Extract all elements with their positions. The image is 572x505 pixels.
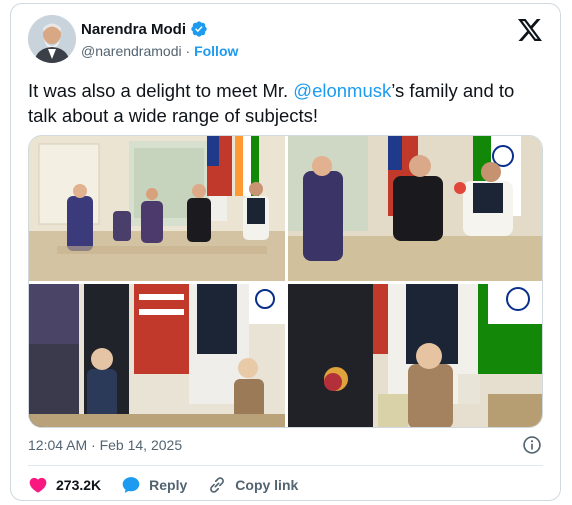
timestamp[interactable]: 12:04 AM · Feb 14, 2025 [28,437,182,453]
like-button[interactable]: 273.2K [28,475,101,495]
like-count: 273.2K [56,477,102,493]
author-handle[interactable]: @narendramodi [81,43,182,59]
reply-button[interactable]: Reply [121,475,187,495]
link-icon [210,477,225,493]
heart-icon [29,477,47,493]
x-logo-icon[interactable] [518,19,542,41]
verified-badge-icon [191,21,207,37]
photo-3[interactable] [29,284,285,427]
reply-label: Reply [149,477,188,493]
copy-link-button[interactable]: Copy link [207,475,298,495]
divider [28,465,543,466]
tweet-card: Narendra Modi @narendramodi · Follow It … [10,3,561,501]
tweet-text: It was also a delight to meet Mr. @elonm… [28,78,548,128]
reply-icon [122,477,140,493]
follow-button[interactable]: Follow [194,43,238,59]
photo-4[interactable] [288,284,542,427]
mention-link[interactable]: @elonmusk [293,80,391,101]
info-icon[interactable] [522,435,542,455]
photo-1[interactable] [29,136,285,281]
handle-separator: · [185,43,191,59]
tweet-text-start: It was also a delight to meet Mr. [28,80,294,101]
photo-2[interactable] [288,136,542,281]
author-name[interactable]: Narendra Modi [81,21,186,38]
copy-link-label: Copy link [235,477,299,493]
avatar[interactable] [28,15,76,63]
media-grid [28,135,543,428]
action-bar: 273.2K Reply Copy link [28,475,318,495]
